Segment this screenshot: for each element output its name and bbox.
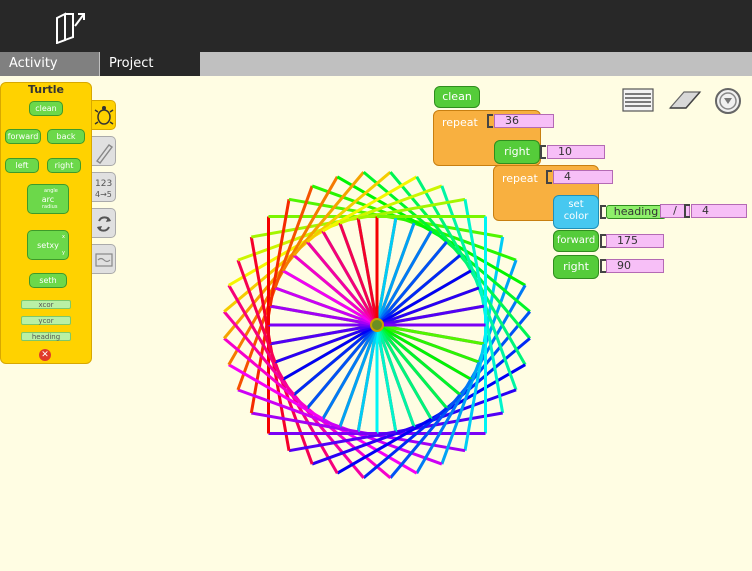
clean-block[interactable]: clean <box>434 86 480 108</box>
heading-reporter[interactable]: heading <box>606 205 666 219</box>
tab-activity[interactable]: Activity <box>0 52 99 76</box>
set-color-block[interactable]: set color <box>553 195 599 229</box>
palette-setxy-y-label: y <box>62 250 65 256</box>
repeat-inner-label: repeat <box>502 172 538 185</box>
palette-left-block[interactable]: left <box>5 158 39 173</box>
palette-clean-block[interactable]: clean <box>29 101 63 116</box>
palette-tab-numbers[interactable]: 123 4→5 <box>92 172 116 202</box>
palette-arc-angle-label: angle <box>44 188 58 194</box>
right-inner-value: 90 <box>617 259 631 272</box>
repeat-outer-label: repeat <box>442 116 478 129</box>
divisor-input[interactable]: 4 <box>691 204 747 218</box>
palette-seth-block[interactable]: seth <box>29 273 67 288</box>
palette-setxy-x-label: x <box>62 234 65 240</box>
palette-heading-block[interactable]: heading <box>21 332 71 341</box>
eraser-icon[interactable] <box>666 86 704 114</box>
tab-project[interactable]: Project <box>100 52 200 76</box>
turtle-icon[interactable] <box>370 318 384 332</box>
palette-forward-block[interactable]: forward <box>5 129 41 144</box>
repeat-inner-value: 4 <box>564 170 571 183</box>
turtle-palette: Turtle clean forward back left right arc… <box>0 82 92 364</box>
repeat-outer-count[interactable]: 36 <box>494 114 554 128</box>
activity-share-icon[interactable] <box>51 10 89 44</box>
right-outer-value: 10 <box>558 145 572 158</box>
right-inner-input[interactable]: 90 <box>606 259 664 273</box>
palette-arc-label: arc <box>41 195 55 204</box>
tab-bar: Activity Project <box>0 52 752 76</box>
palette-right-block[interactable]: right <box>47 158 81 173</box>
palette-tab-pen[interactable] <box>92 136 116 166</box>
repeat-inner-socket <box>546 170 552 184</box>
right-outer-block[interactable]: right <box>494 140 540 164</box>
palette-arc-radius-label: radius <box>42 204 58 210</box>
palette-setxy-block[interactable]: setxy x y <box>27 230 69 260</box>
hide-blocks-icon[interactable] <box>620 86 656 114</box>
forward-input[interactable]: 175 <box>606 234 664 248</box>
palette-xcor-block[interactable]: xcor <box>21 300 71 309</box>
repeat-outer-value: 36 <box>505 114 519 127</box>
divisor-value: 4 <box>702 204 709 217</box>
right-outer-socket <box>540 145 546 159</box>
palette-arc-block[interactable]: arc angle radius <box>27 184 69 214</box>
svg-text:123: 123 <box>95 179 112 189</box>
forward-block[interactable]: forward <box>553 230 599 252</box>
repeat-inner-count[interactable]: 4 <box>553 170 613 184</box>
flow-icon <box>97 216 111 232</box>
run-icon[interactable] <box>712 86 744 116</box>
right-outer-input[interactable]: 10 <box>547 145 605 159</box>
set-color-label-color: color <box>563 211 589 222</box>
close-icon[interactable]: ✕ <box>39 349 51 361</box>
repeat-outer-socket <box>487 114 493 128</box>
set-color-label-set: set <box>568 199 584 210</box>
sensors-icon <box>95 253 113 267</box>
palette-title: Turtle <box>27 83 65 96</box>
palette-tab-flow[interactable] <box>92 208 116 238</box>
palette-ycor-block[interactable]: ycor <box>21 316 71 325</box>
palette-setxy-label: setxy <box>37 241 59 250</box>
numbers-icon: 123 4→5 <box>95 179 112 199</box>
divide-socket <box>684 204 690 218</box>
palette-tab-sensors[interactable] <box>92 244 116 274</box>
turtle-icon <box>94 106 114 125</box>
svg-text:4→5: 4→5 <box>95 190 112 199</box>
forward-value: 175 <box>617 234 638 247</box>
palette-back-block[interactable]: back <box>47 129 85 144</box>
right-inner-block[interactable]: right <box>553 255 599 279</box>
toolbar <box>0 0 752 52</box>
palette-tab-turtle[interactable] <box>92 100 116 130</box>
pen-icon <box>95 144 114 164</box>
